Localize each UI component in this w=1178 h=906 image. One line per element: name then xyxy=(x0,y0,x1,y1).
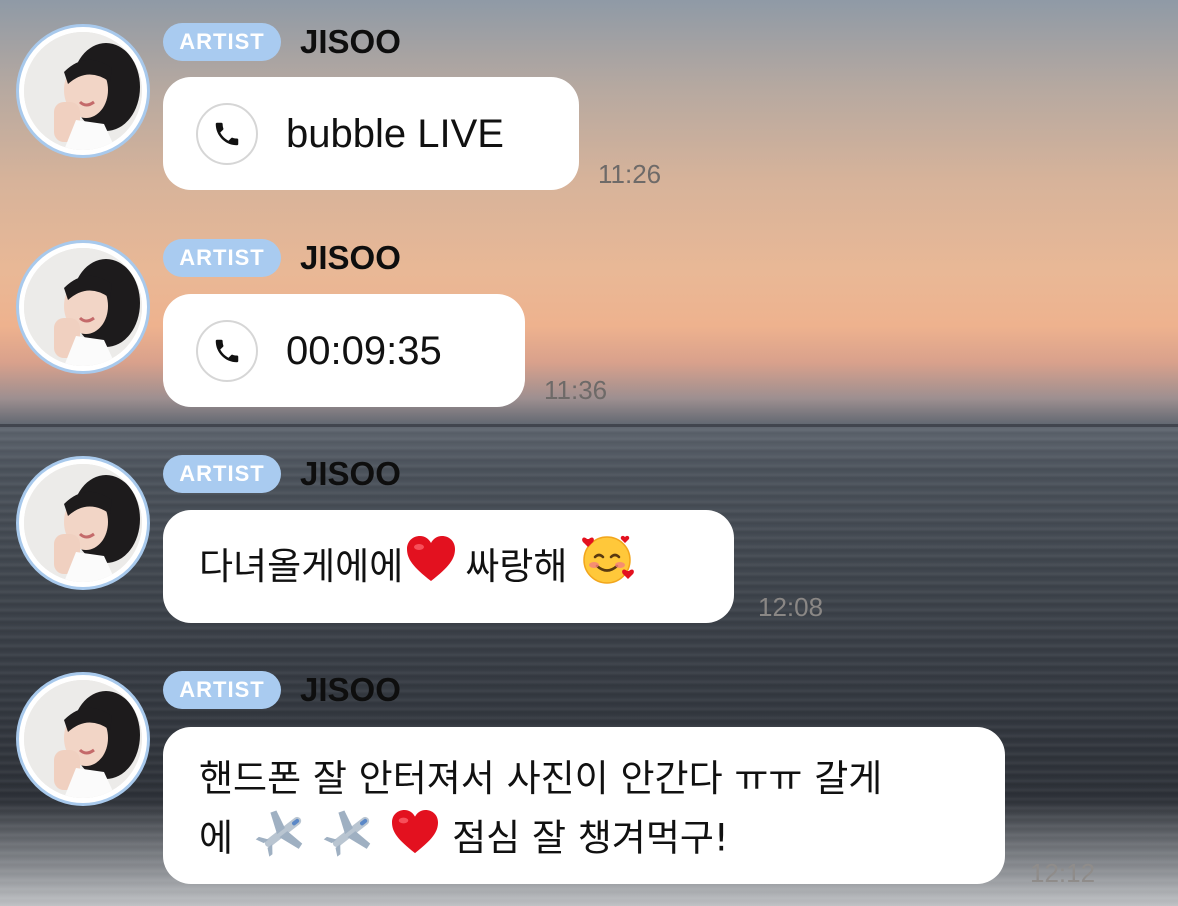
message-time: 11:26 xyxy=(598,159,662,189)
airplane-emoji xyxy=(255,807,311,873)
text-bubble[interactable]: 다녀올게에에 싸랑해 xyxy=(163,510,734,623)
call-bubble[interactable]: bubble LIVE xyxy=(163,77,579,190)
artist-badge: ARTIST xyxy=(163,671,281,709)
phone-icon xyxy=(196,102,258,165)
message-text: 다녀올게에에 xyxy=(199,544,404,588)
avatar[interactable] xyxy=(16,24,150,158)
message-text: 에 xyxy=(199,816,234,860)
message-text-line: 에 점심 잘 챙겨먹구! xyxy=(199,807,969,873)
call-label: bubble LIVE xyxy=(286,111,504,156)
sender-name: JISOO xyxy=(300,671,401,708)
message-text: 싸랑해 xyxy=(465,544,568,588)
phone-icon xyxy=(196,319,258,382)
avatar[interactable] xyxy=(16,240,150,374)
sender-name: JISOO xyxy=(300,239,401,276)
message-text-line: 핸드폰 잘 안터져서 사진이 안간다 ㅠㅠ 갈게 xyxy=(199,757,883,800)
message-time: 12:12 xyxy=(1030,858,1096,888)
call-bubble[interactable]: 00:09:35 xyxy=(163,294,525,407)
airplane-emoji xyxy=(323,807,379,873)
avatar[interactable] xyxy=(16,456,150,590)
sender-name: JISOO xyxy=(300,23,401,60)
red-heart-emoji xyxy=(390,809,440,871)
red-heart-emoji xyxy=(405,535,457,599)
avatar[interactable] xyxy=(16,672,150,806)
call-duration: 00:09:35 xyxy=(286,328,442,373)
artist-badge: ARTIST xyxy=(163,23,281,61)
text-bubble[interactable]: 핸드폰 잘 안터져서 사진이 안간다 ㅠㅠ 갈게 에 점심 잘 챙겨먹구! xyxy=(163,727,1005,884)
sender-name: JISOO xyxy=(300,455,401,492)
message-time: 12:08 xyxy=(758,592,824,622)
artist-badge: ARTIST xyxy=(163,239,281,277)
artist-badge: ARTIST xyxy=(163,455,281,493)
message-text: 점심 잘 챙겨먹구! xyxy=(452,816,729,860)
smiling-face-with-hearts-emoji xyxy=(581,531,637,603)
message-time: 11:36 xyxy=(544,375,608,405)
